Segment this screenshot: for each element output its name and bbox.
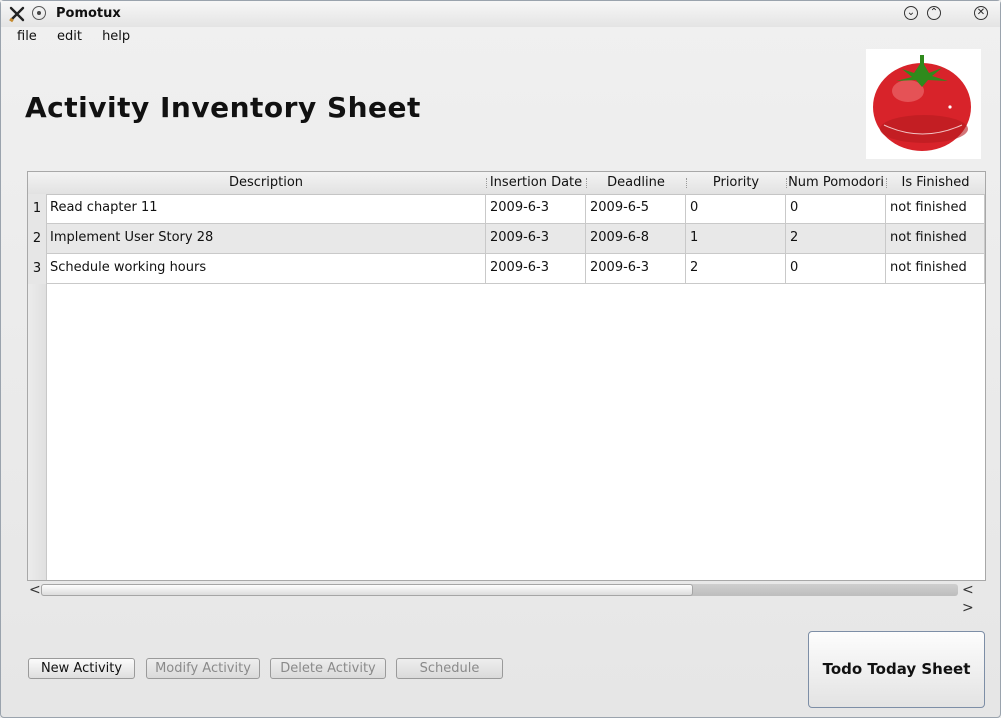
cell-num-pomodori[interactable]: 0 — [786, 194, 886, 224]
column-header-description[interactable]: Description — [46, 172, 486, 194]
table-header: Description Insertion Date Deadline Prio… — [28, 172, 985, 195]
table-row[interactable]: 1 Read chapter 11 2009-6-3 2009-6-5 0 0 … — [28, 194, 985, 224]
menu-help[interactable]: help — [94, 28, 138, 45]
scroll-track[interactable] — [41, 584, 958, 596]
pin-icon[interactable] — [32, 6, 46, 20]
title-bar[interactable]: Pomotux ⌄ ⌃ ✕ — [1, 1, 1000, 27]
cell-deadline[interactable]: 2009-6-3 — [586, 254, 686, 284]
cell-priority[interactable]: 1 — [686, 224, 786, 254]
column-header-insertion-date[interactable]: Insertion Date — [486, 172, 586, 194]
scroll-left-icon[interactable]: < — [29, 581, 41, 599]
cell-insertion-date[interactable]: 2009-6-3 — [486, 194, 586, 224]
chevron-up-icon: ⌃ — [929, 7, 939, 18]
cell-priority[interactable]: 2 — [686, 254, 786, 284]
activity-table[interactable]: Description Insertion Date Deadline Prio… — [27, 171, 986, 581]
main-window: Pomotux ⌄ ⌃ ✕ file edit help Activity In… — [0, 0, 1001, 718]
schedule-button[interactable]: Schedule — [396, 658, 503, 679]
menu-file[interactable]: file — [9, 28, 45, 45]
minimize-button[interactable]: ⌄ — [904, 6, 918, 20]
maximize-button[interactable]: ⌃ — [927, 6, 941, 20]
row-number[interactable]: 3 — [28, 254, 47, 284]
column-header-is-finished[interactable]: Is Finished — [886, 172, 985, 194]
horizontal-scrollbar[interactable]: < < > — [27, 581, 986, 616]
close-button[interactable]: ✕ — [974, 6, 988, 20]
row-number[interactable]: 2 — [28, 224, 47, 254]
cell-deadline[interactable]: 2009-6-8 — [586, 224, 686, 254]
scroll-arrows-icon[interactable]: < > — [962, 581, 986, 617]
column-header-priority[interactable]: Priority — [686, 172, 786, 194]
cell-is-finished[interactable]: not finished — [886, 224, 985, 254]
menu-edit[interactable]: edit — [49, 28, 90, 45]
cell-priority[interactable]: 0 — [686, 194, 786, 224]
cell-is-finished[interactable]: not finished — [886, 254, 985, 284]
cell-description[interactable]: Read chapter 11 — [46, 194, 486, 224]
corner-button[interactable] — [28, 172, 46, 194]
cell-description[interactable]: Implement User Story 28 — [46, 224, 486, 254]
todo-today-sheet-button[interactable]: Todo Today Sheet — [808, 631, 985, 708]
page-title: Activity Inventory Sheet — [25, 91, 421, 124]
modify-activity-button[interactable]: Modify Activity — [146, 658, 260, 679]
cell-num-pomodori[interactable]: 2 — [786, 224, 886, 254]
cell-description[interactable]: Schedule working hours — [46, 254, 486, 284]
cell-insertion-date[interactable]: 2009-6-3 — [486, 254, 586, 284]
menu-bar: file edit help — [9, 28, 138, 48]
column-header-deadline[interactable]: Deadline — [586, 172, 686, 194]
scroll-thumb[interactable] — [41, 584, 693, 596]
cell-insertion-date[interactable]: 2009-6-3 — [486, 224, 586, 254]
column-header-num-pomodori[interactable]: Num Pomodori — [786, 172, 886, 194]
delete-activity-button[interactable]: Delete Activity — [270, 658, 386, 679]
cell-is-finished[interactable]: not finished — [886, 194, 985, 224]
row-number[interactable]: 1 — [28, 194, 47, 224]
window-title: Pomotux — [56, 6, 121, 21]
close-icon: ✕ — [976, 7, 986, 18]
tools-icon[interactable] — [8, 5, 26, 23]
tomato-timer-icon — [866, 49, 981, 159]
table-row[interactable]: 3 Schedule working hours 2009-6-3 2009-6… — [28, 254, 985, 284]
chevron-down-icon: ⌄ — [906, 7, 916, 18]
table-row[interactable]: 2 Implement User Story 28 2009-6-3 2009-… — [28, 224, 985, 254]
new-activity-button[interactable]: New Activity — [28, 658, 135, 679]
cell-num-pomodori[interactable]: 0 — [786, 254, 886, 284]
cell-deadline[interactable]: 2009-6-5 — [586, 194, 686, 224]
